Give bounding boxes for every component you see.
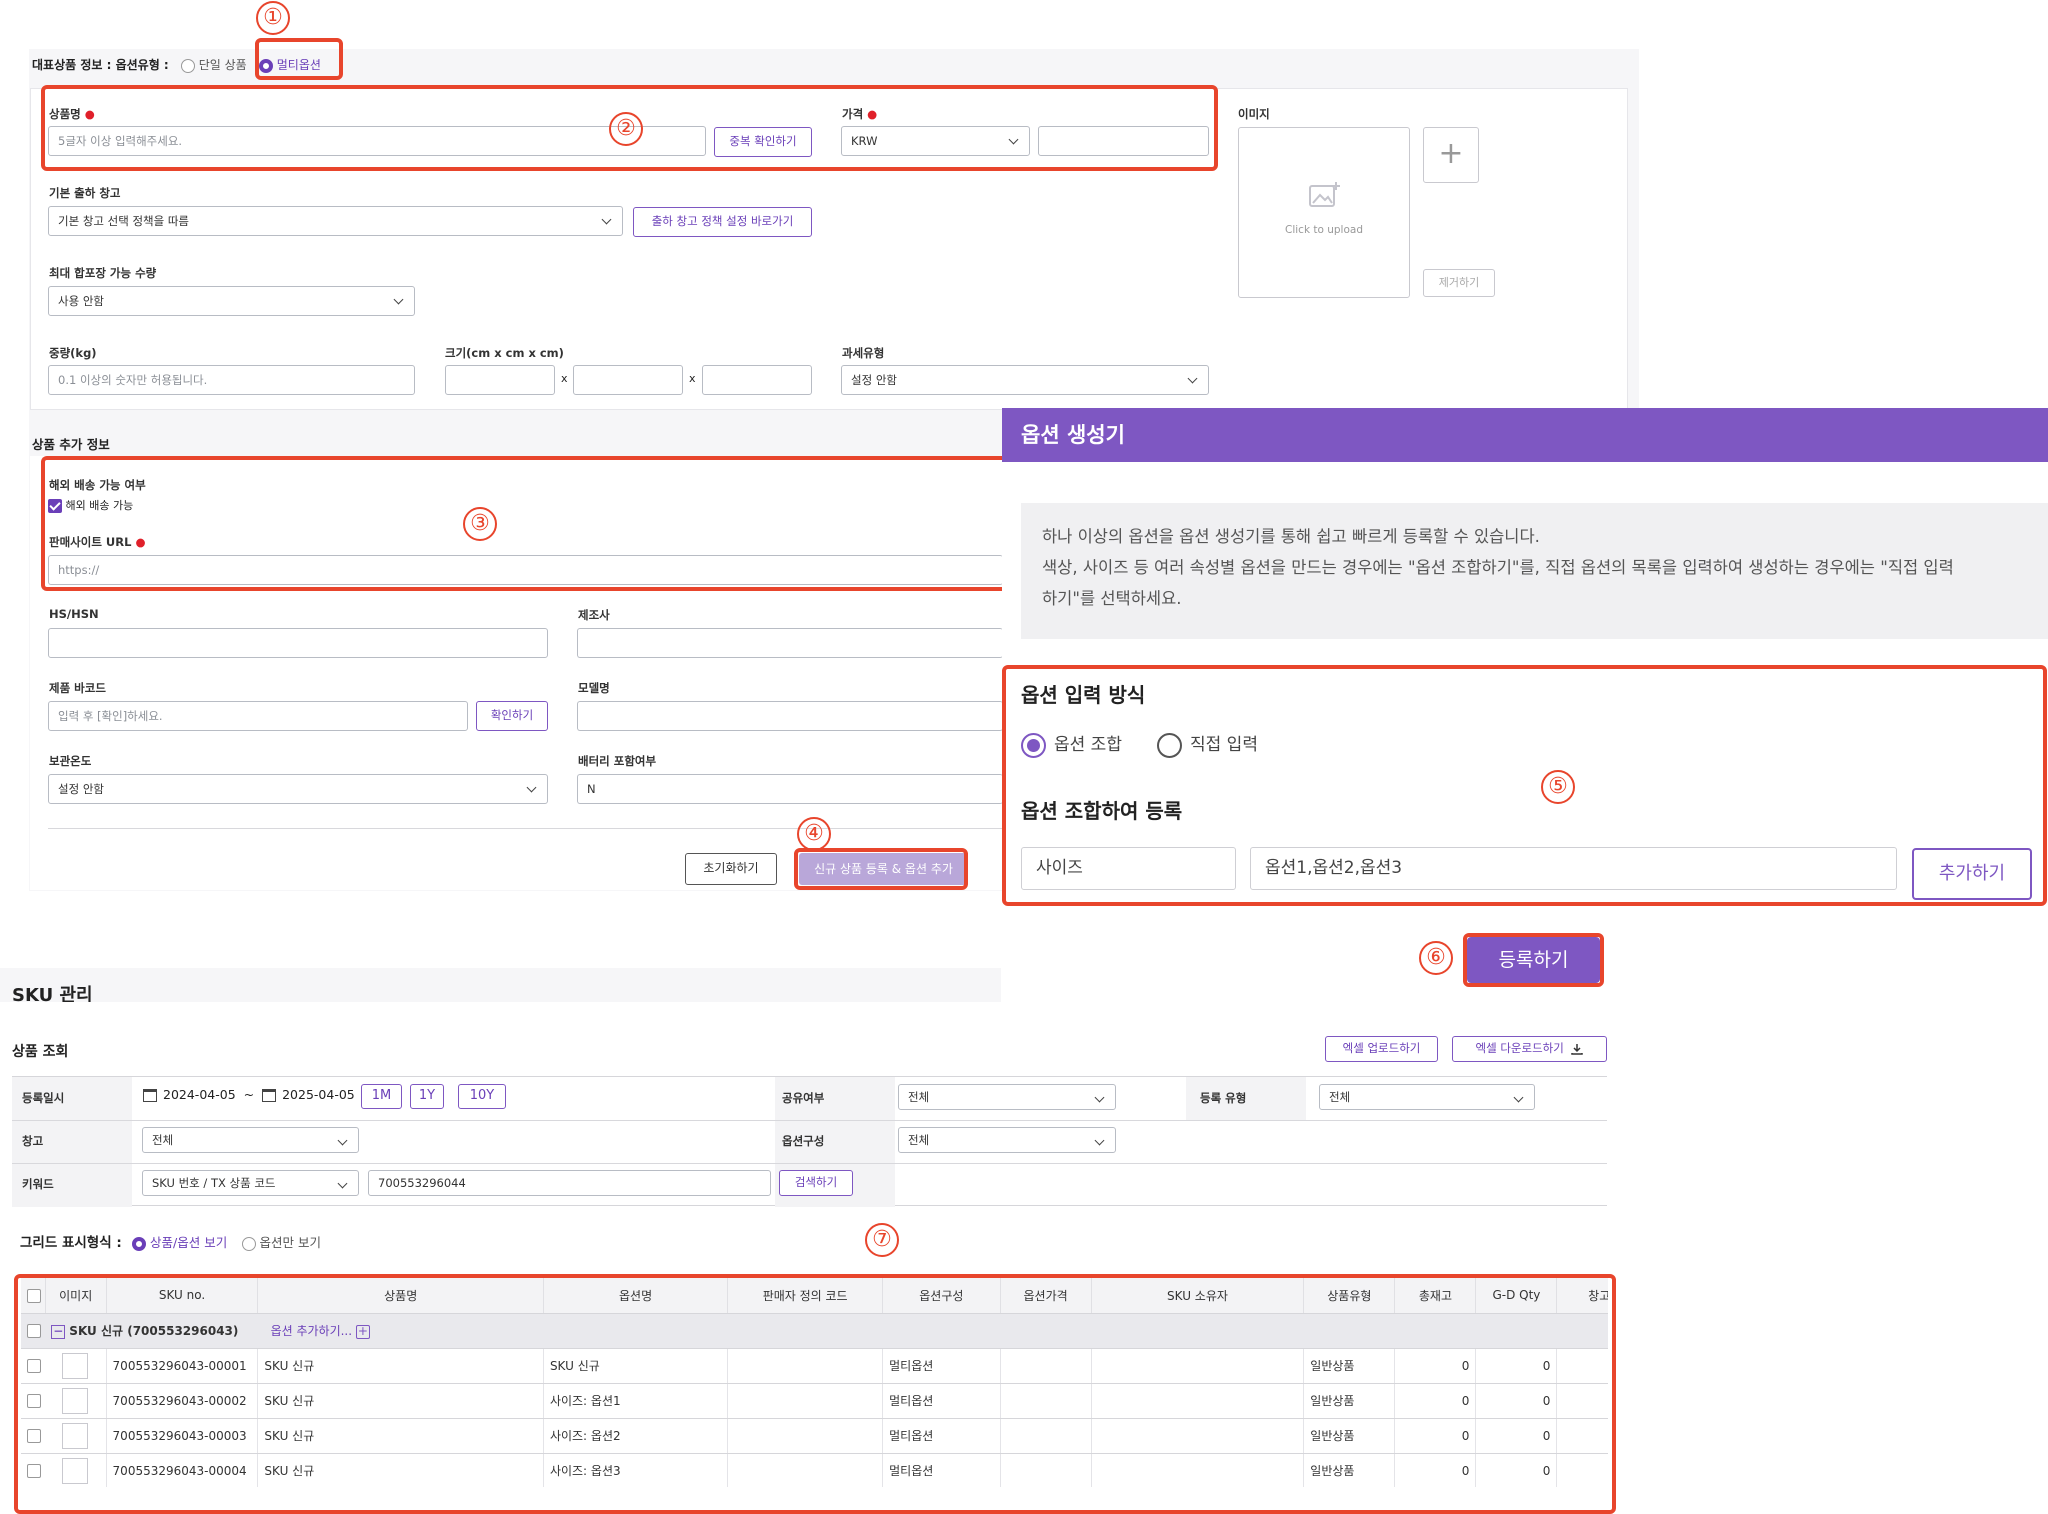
view-product-option-radio[interactable]: 상품/옵션 보기 <box>132 1235 227 1251</box>
sku-panel <box>0 968 1001 1002</box>
add-image-button[interactable]: + <box>1423 127 1479 183</box>
option-config-select[interactable]: 전체 <box>898 1127 1116 1153</box>
max-pack-select[interactable]: 사용 안함 <box>48 286 415 316</box>
keyword-label: 키워드 <box>22 1177 54 1191</box>
marker-7: ⑦ <box>865 1223 899 1257</box>
date-range[interactable]: 2024-04-05 ~ 2025-04-05 <box>143 1087 355 1102</box>
option-type-single[interactable]: 단일 상품 <box>180 58 247 73</box>
image-add-icon <box>1309 182 1340 207</box>
excel-download-button[interactable]: 엑셀 다운로드하기 <box>1452 1036 1607 1062</box>
storage-select[interactable]: 설정 안함 <box>48 774 548 804</box>
option-generator-header <box>1002 408 2048 462</box>
keyword-type-select[interactable]: SKU 번호 / TX 상품 코드 <box>142 1170 359 1196</box>
share-label: 공유여부 <box>782 1091 825 1105</box>
extra-info-title: 상품 추가 정보 <box>32 437 110 452</box>
grid-display-options: 그리드 표시형식 : 상품/옵션 보기 옵션만 보기 <box>20 1235 321 1251</box>
marker-2: ② <box>609 112 643 146</box>
upload-text: Click to upload <box>1285 224 1363 236</box>
storage-label: 보관온도 <box>49 754 92 768</box>
weight-input[interactable]: 0.1 이상의 숫자만 허용됩니다. <box>48 365 415 395</box>
radio-single-icon[interactable] <box>180 58 195 73</box>
highlight-box-5 <box>1002 665 2047 906</box>
reg-type-select[interactable]: 전체 <box>1319 1084 1535 1110</box>
barcode-confirm-button[interactable]: 확인하기 <box>476 701 548 731</box>
search-title: 상품 조회 <box>12 1044 69 1060</box>
keyword-input[interactable]: 700553296044 <box>368 1170 771 1196</box>
warehouse-label: 기본 출하 창고 <box>49 186 121 200</box>
maker-label: 제조사 <box>578 608 610 622</box>
excel-upload-button[interactable]: 엑셀 업로드하기 <box>1325 1036 1438 1062</box>
option-config-label: 옵션구성 <box>782 1134 825 1148</box>
search-button[interactable]: 검색하기 <box>779 1170 853 1196</box>
size-x-sep-1: x <box>561 372 568 385</box>
model-label: 모델명 <box>578 681 610 695</box>
reg-type-label: 등록 유형 <box>1200 1091 1247 1105</box>
battery-label: 배터리 포함여부 <box>578 754 657 768</box>
tax-select[interactable]: 설정 안함 <box>841 365 1209 395</box>
size-depth-input[interactable] <box>573 365 683 395</box>
size-width-input[interactable] <box>445 365 555 395</box>
section-title: 대표상품 정보 : 옵션유형 : <box>32 58 169 72</box>
hs-label: HS/HSN <box>49 607 99 621</box>
highlight-box-3 <box>41 456 1002 591</box>
highlight-box-6 <box>1463 933 1604 987</box>
warehouse-policy-button[interactable]: 출하 창고 정책 설정 바로가기 <box>633 207 812 237</box>
radio-on-icon[interactable] <box>132 1236 147 1251</box>
size-label: 크기(cm x cm x cm) <box>445 346 564 360</box>
battery-select[interactable]: N <box>577 774 1003 804</box>
highlight-box-7 <box>14 1274 1616 1514</box>
marker-6: ⑥ <box>1419 941 1453 975</box>
option-generator-description: 하나 이상의 옵션을 옵션 생성기를 통해 쉽고 빠르게 등록할 수 있습니다.… <box>1021 503 2048 639</box>
warehouse-filter-select[interactable]: 전체 <box>142 1127 359 1153</box>
max-pack-label: 최대 합포장 가능 수량 <box>49 266 157 280</box>
reset-button[interactable]: 초기화하기 <box>685 853 777 885</box>
calendar-icon <box>143 1089 157 1102</box>
marker-5: ⑤ <box>1541 770 1575 804</box>
model-input[interactable] <box>577 701 1003 731</box>
marker-4: ④ <box>797 817 831 851</box>
tax-label: 과세유형 <box>842 346 885 360</box>
reg-date-label: 등록일시 <box>22 1091 65 1105</box>
size-x-sep-2: x <box>689 372 696 385</box>
radio-off-icon[interactable] <box>241 1236 256 1251</box>
weight-label: 중량(kg) <box>49 346 97 360</box>
view-option-only-radio[interactable]: 옵션만 보기 <box>241 1235 321 1251</box>
warehouse-select[interactable]: 기본 창고 선택 정책을 따름 <box>48 206 623 236</box>
remove-image-button[interactable]: 제거하기 <box>1423 269 1495 297</box>
calendar-icon <box>262 1089 277 1102</box>
image-label: 이미지 <box>1238 107 1270 121</box>
form-divider <box>48 828 1003 829</box>
barcode-label: 제품 바코드 <box>49 681 106 695</box>
range-1y-button[interactable]: 1Y <box>410 1084 444 1109</box>
warehouse-filter-label: 창고 <box>22 1134 44 1148</box>
share-select[interactable]: 전체 <box>898 1084 1116 1110</box>
marker-1: ① <box>256 1 290 35</box>
range-10y-button[interactable]: 10Y <box>458 1084 506 1109</box>
size-height-input[interactable] <box>702 365 812 395</box>
range-1m-button[interactable]: 1M <box>361 1084 402 1109</box>
hs-input[interactable] <box>48 628 548 658</box>
maker-input[interactable] <box>577 628 1003 658</box>
barcode-input[interactable]: 입력 후 [확인]하세요. <box>48 701 468 731</box>
image-upload-box[interactable]: Click to upload <box>1238 127 1410 298</box>
highlight-box-1 <box>255 38 343 80</box>
option-generator-title: 옵션 생성기 <box>1021 423 1125 447</box>
highlight-box-4 <box>794 848 968 890</box>
marker-3: ③ <box>463 507 497 541</box>
download-icon <box>1571 1043 1584 1055</box>
